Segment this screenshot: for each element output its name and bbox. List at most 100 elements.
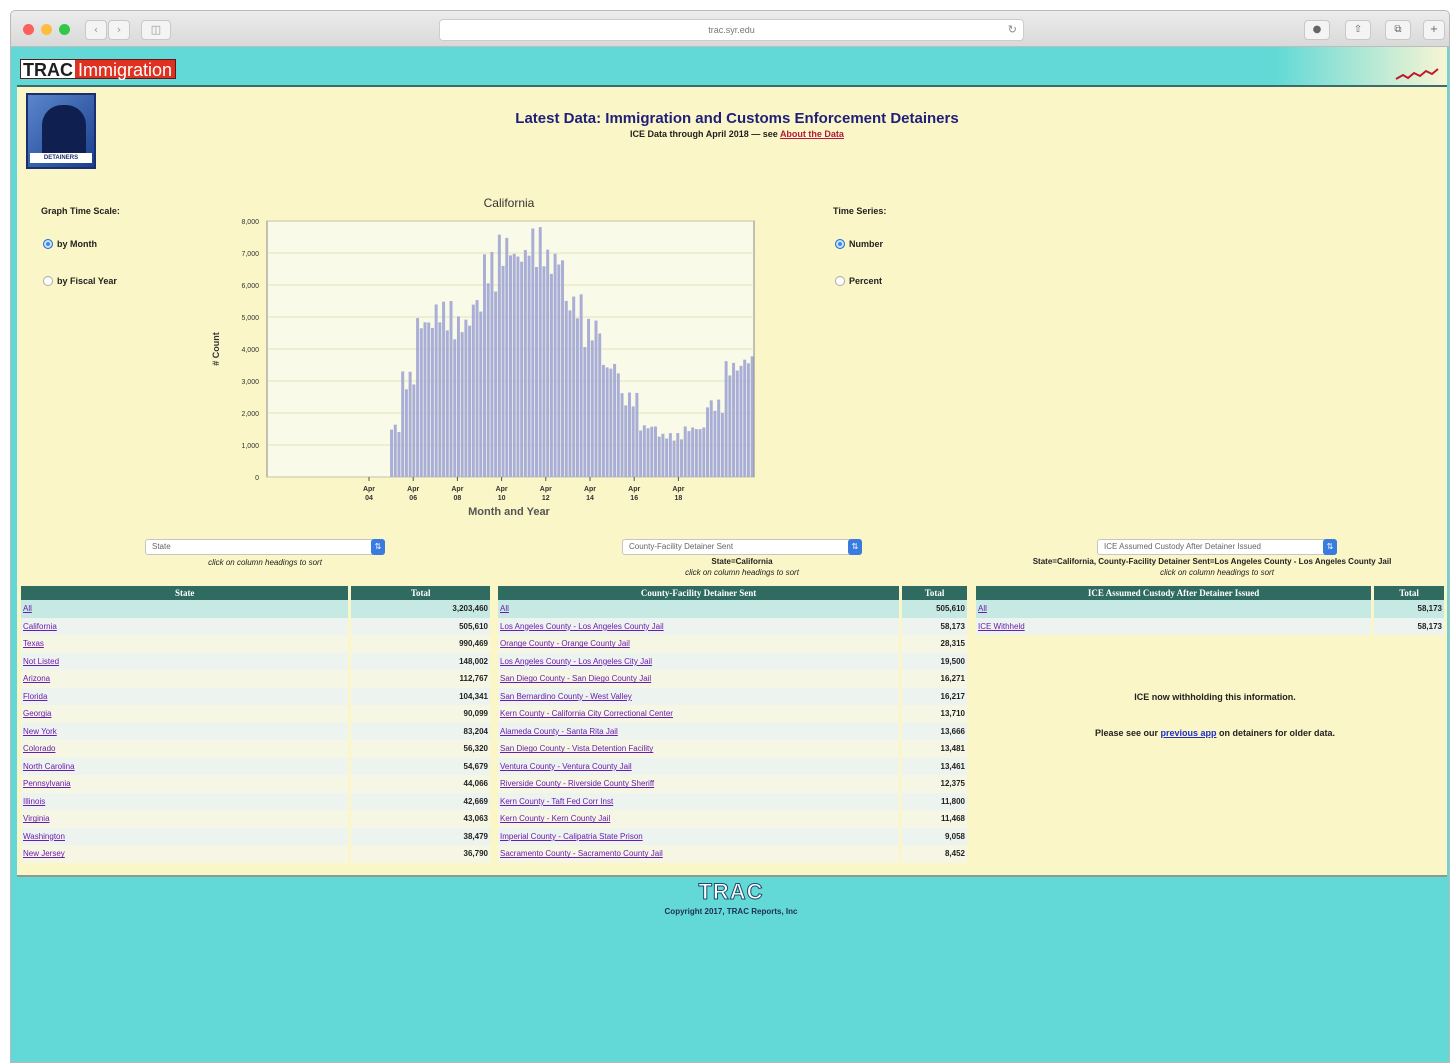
footer-trac-logo[interactable]: TRAC <box>11 879 1449 905</box>
facility-name-link[interactable]: Los Angeles County - Los Angeles County … <box>498 617 903 635</box>
facility-row[interactable]: Sacramento County - Sacramento County Ja… <box>498 845 970 863</box>
state-row[interactable]: Colorado 56,320 <box>21 740 493 758</box>
facility-name-link[interactable]: All <box>498 600 903 618</box>
facility-name-link[interactable]: Sacramento County - Sacramento County Ja… <box>498 845 903 863</box>
state-row[interactable]: Texas 990,469 <box>21 635 493 653</box>
forward-icon[interactable]: › <box>108 20 130 40</box>
state-name-link[interactable]: New York <box>21 722 352 740</box>
chevron-down-icon[interactable]: ⇅ <box>1323 539 1337 555</box>
facility-selector[interactable]: County-Facility Detainer Sent ⇅ <box>622 539 862 555</box>
address-bar[interactable]: trac.syr.edu ↻ <box>439 19 1024 41</box>
state-name-link[interactable]: North Carolina <box>21 757 352 775</box>
number-option[interactable]: Number <box>835 239 883 249</box>
state-name-link[interactable]: Virginia <box>21 810 352 828</box>
extension-icon[interactable]: ● <box>1304 20 1330 40</box>
custody-selector[interactable]: ICE Assumed Custody After Detainer Issue… <box>1097 539 1337 555</box>
facility-name-link[interactable]: San Diego County - San Diego County Jail <box>498 670 903 688</box>
state-name-link[interactable]: Texas <box>21 635 352 653</box>
facility-name-link[interactable]: Kern County - Kern County Jail <box>498 810 903 828</box>
minimize-window-button[interactable] <box>41 24 52 35</box>
custody-name-link[interactable]: All <box>976 600 1375 618</box>
state-name-link[interactable]: Washington <box>21 827 352 845</box>
facility-name-link[interactable]: Los Angeles County - Los Angeles City Ja… <box>498 652 903 670</box>
by-month-radio[interactable] <box>43 239 53 249</box>
by-fiscal-year-radio[interactable] <box>43 276 53 286</box>
state-row[interactable]: Arizona 112,767 <box>21 670 493 688</box>
reload-icon[interactable]: ↻ <box>1008 20 1017 40</box>
state-row[interactable]: Pennsylvania 44,066 <box>21 775 493 793</box>
facility-row[interactable]: Riverside County - Riverside County Sher… <box>498 775 970 793</box>
chevron-down-icon[interactable]: ⇅ <box>848 539 862 555</box>
state-name-link[interactable]: Illinois <box>21 792 352 810</box>
new-tab-icon[interactable]: + <box>1423 20 1445 40</box>
state-row[interactable]: New York 83,204 <box>21 722 493 740</box>
back-icon[interactable]: ‹ <box>85 20 107 40</box>
facility-row[interactable]: Los Angeles County - Los Angeles City Ja… <box>498 652 970 670</box>
chevron-down-icon[interactable]: ⇅ <box>371 539 385 555</box>
state-row[interactable]: All 3,203,460 <box>21 600 493 618</box>
state-row[interactable]: New Jersey 36,790 <box>21 845 493 863</box>
facility-row[interactable]: Kern County - Kern County Jail 11,468 <box>498 810 970 828</box>
state-name-link[interactable]: All <box>21 600 352 618</box>
state-name-link[interactable]: New Jersey <box>21 845 352 863</box>
number-radio[interactable] <box>835 239 845 249</box>
facility-name-link[interactable]: Kern County - Taft Fed Corr Inst <box>498 792 903 810</box>
state-selector[interactable]: State ⇅ <box>145 539 385 555</box>
state-name-link[interactable]: Arizona <box>21 670 352 688</box>
state-row[interactable]: Georgia 90,099 <box>21 705 493 723</box>
facility-row[interactable]: San Diego County - San Diego County Jail… <box>498 670 970 688</box>
facility-row[interactable]: All 505,610 <box>498 600 970 618</box>
facility-name-link[interactable]: Kern County - California City Correction… <box>498 705 903 723</box>
tabs-icon[interactable]: ⧉ <box>1385 20 1411 40</box>
facility-name-link[interactable]: Alameda County - Santa Rita Jail <box>498 722 903 740</box>
facility-name-link[interactable]: Ventura County - Ventura County Jail <box>498 757 903 775</box>
state-name-link[interactable]: California <box>21 617 352 635</box>
trac-immigration-logo[interactable]: TRAC Immigration <box>20 59 177 80</box>
about-the-data-link[interactable]: About the Data <box>780 129 844 139</box>
facility-row[interactable]: San Diego County - Vista Detention Facil… <box>498 740 970 758</box>
zoom-window-button[interactable] <box>59 24 70 35</box>
by-month-option[interactable]: by Month <box>43 239 97 249</box>
state-name-link[interactable]: Florida <box>21 687 352 705</box>
state-row[interactable]: Florida 104,341 <box>21 687 493 705</box>
custody-name-link[interactable]: ICE Withheld <box>976 617 1375 635</box>
facility-name-link[interactable]: Orange County - Orange County Jail <box>498 635 903 653</box>
percent-radio[interactable] <box>835 276 845 286</box>
state-name-link[interactable]: Georgia <box>21 705 352 723</box>
facility-row[interactable]: Alameda County - Santa Rita Jail 13,666 <box>498 722 970 740</box>
sidebar-icon[interactable]: ◫ <box>141 20 171 40</box>
share-icon[interactable]: ⇧ <box>1345 20 1371 40</box>
state-row[interactable]: Illinois 42,669 <box>21 792 493 810</box>
facility-name-link[interactable]: Imperial County - Calipatria State Priso… <box>498 827 903 845</box>
close-window-button[interactable] <box>23 24 34 35</box>
state-name-link[interactable]: Pennsylvania <box>21 775 352 793</box>
by-fiscal-year-option[interactable]: by Fiscal Year <box>43 276 117 286</box>
facility-name-link[interactable]: Riverside County - Riverside County Sher… <box>498 775 903 793</box>
state-row[interactable]: Not Listed 148,002 <box>21 652 493 670</box>
state-name-link[interactable]: Colorado <box>21 740 352 758</box>
custody-total-col-header[interactable]: Total <box>1372 586 1447 600</box>
facility-row[interactable]: Los Angeles County - Los Angeles County … <box>498 617 970 635</box>
custody-col-header[interactable]: ICE Assumed Custody After Detainer Issue… <box>976 586 1375 600</box>
percent-option[interactable]: Percent <box>835 276 882 286</box>
facility-row[interactable]: Kern County - California City Correction… <box>498 705 970 723</box>
state-row[interactable]: North Carolina 54,679 <box>21 757 493 775</box>
state-total-col-header[interactable]: Total <box>349 586 493 600</box>
facility-name-link[interactable]: San Diego County - Vista Detention Facil… <box>498 740 903 758</box>
custody-row[interactable]: All 58,173 <box>976 600 1447 618</box>
state-row[interactable]: Washington 38,479 <box>21 827 493 845</box>
custody-row[interactable]: ICE Withheld 58,173 <box>976 617 1447 635</box>
facility-col-header[interactable]: County-Facility Detainer Sent <box>498 586 903 600</box>
state-col-header[interactable]: State <box>21 586 352 600</box>
facility-row[interactable]: San Bernardino County - West Valley 16,21… <box>498 687 970 705</box>
facility-row[interactable]: Orange County - Orange County Jail 28,315 <box>498 635 970 653</box>
previous-app-link[interactable]: previous app <box>1161 728 1217 738</box>
facility-row[interactable]: Imperial County - Calipatria State Priso… <box>498 827 970 845</box>
facility-total-col-header[interactable]: Total <box>900 586 970 600</box>
state-name-link[interactable]: Not Listed <box>21 652 352 670</box>
facility-row[interactable]: Ventura County - Ventura County Jail 13,4… <box>498 757 970 775</box>
facility-name-link[interactable]: San Bernardino County - West Valley <box>498 687 903 705</box>
state-row[interactable]: Virginia 43,063 <box>21 810 493 828</box>
facility-row[interactable]: Kern County - Taft Fed Corr Inst 11,800 <box>498 792 970 810</box>
state-row[interactable]: California 505,610 <box>21 617 493 635</box>
